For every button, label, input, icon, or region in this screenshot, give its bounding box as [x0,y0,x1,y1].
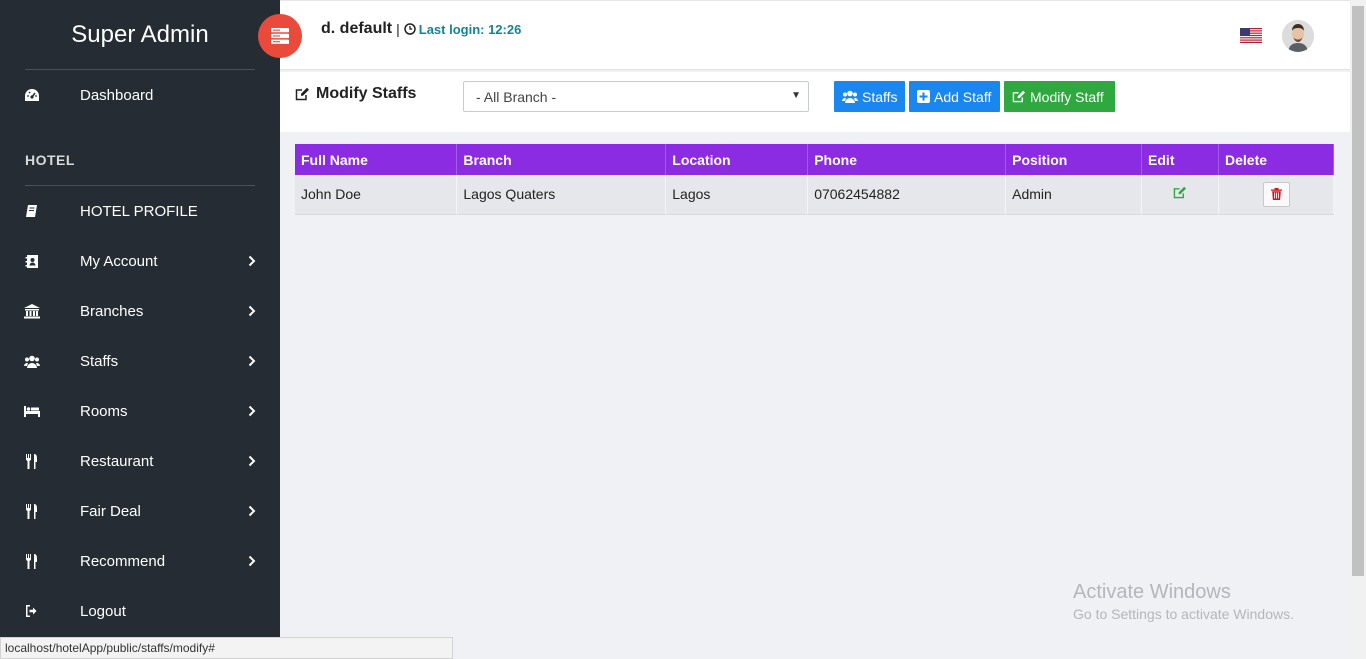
sidebar-item-label: Branches [80,302,144,320]
column-header: Position [1005,144,1143,175]
brand-title: Super Admin [71,21,209,48]
section-divider [25,185,255,186]
sidebar-item-fair-deal[interactable]: Fair Deal [0,491,280,531]
trash-icon [1270,188,1282,201]
edit-row-icon[interactable] [1173,186,1187,199]
staffs-button[interactable]: Staffs [834,81,905,112]
sidebar-item-label: Logout [80,602,126,620]
modify-staff-button-label: Modify Staff [1030,88,1104,105]
add-staff-button-label: Add Staff [934,88,992,105]
avatar[interactable] [1282,20,1314,52]
user-info: d. default | Last login: 12:26 [321,20,521,38]
last-login-text: Last login: 12:26 [418,21,522,37]
cell-phone: 07062454882 [807,175,1007,215]
cutlery-icon [24,553,40,569]
bank-icon [24,303,40,319]
sidebar-item-staffs[interactable]: Staffs [0,341,280,381]
dashboard-icon [24,87,40,103]
us-flag-icon[interactable] [1240,28,1262,43]
delete-row-button[interactable] [1262,181,1290,207]
sidebar-toggle-button[interactable] [258,14,302,58]
chevron-right-icon [246,253,258,269]
branch-select[interactable]: - All Branch - ▼ [463,81,809,112]
chevron-right-icon [246,403,258,419]
caret-down-icon: ▼ [791,90,801,101]
section-label-hotel: HOTEL [25,152,75,168]
sidebar-item-recommend[interactable]: Recommend [0,541,280,581]
sidebar-item-label: Staffs [80,352,119,370]
sidebar-item-label: Fair Deal [80,502,141,520]
cell-full-name: John Doe [295,175,458,215]
add-staff-button[interactable]: Add Staff [909,81,1000,112]
sidebar-item-label: Dashboard [80,86,154,104]
sidebar-item-label: Rooms [80,402,128,420]
column-header: Delete [1218,144,1334,175]
table-row: John Doe Lagos Quaters Lagos 07062454882… [295,175,1334,215]
cell-delete [1218,175,1334,215]
users-icon [842,90,858,103]
page-title-text: Modify Staffs [316,85,417,102]
toolbar: Modify Staffs - All Branch - ▼ Staffs Ad… [280,72,1350,132]
modify-staff-button[interactable]: Modify Staff [1004,81,1115,112]
sidebar-item-my-account[interactable]: My Account [0,241,280,281]
page-scrollbar[interactable] [1350,0,1366,659]
staff-table-container: Full Name Branch Location Phone Position… [295,144,1334,215]
sidebar-item-rooms[interactable]: Rooms [0,391,280,431]
column-header: Edit [1141,144,1219,175]
last-login: Last login: 12:26 [404,21,522,37]
sign-out-icon [24,603,40,619]
activate-windows-title: Activate Windows [1073,581,1231,603]
page-title: Modify Staffs [295,85,416,103]
clock-icon [404,23,416,35]
scrollbar-thumb[interactable] [1352,6,1364,576]
cell-location: Lagos [665,175,809,215]
sidebar-item-label: Restaurant [80,452,154,470]
separator: | [396,21,400,37]
activate-windows-subtitle: Go to Settings to activate Windows. [1073,606,1294,622]
column-header: Location [665,144,809,175]
user-name: d. default [321,20,393,37]
sidebar-item-hotel-profile[interactable]: HOTEL PROFILE [0,191,280,231]
server-icon [271,28,289,44]
column-header: Full Name [295,144,458,175]
cutlery-icon [24,453,40,469]
brand-divider [25,69,255,70]
sidebar-item-logout[interactable]: Logout [0,591,280,631]
column-header: Branch [456,144,667,175]
chevron-right-icon [246,503,258,519]
chevron-right-icon [246,303,258,319]
edit-icon [295,87,310,101]
edit-icon [1012,90,1026,103]
users-icon [24,353,40,369]
sidebar-item-restaurant[interactable]: Restaurant [0,441,280,481]
sidebar-item-label: My Account [80,252,158,270]
status-bar-url: localhost/hotelApp/public/staffs/modify# [0,637,453,659]
plus-square-icon [917,90,930,103]
sidebar: Super Admin Dashboard HOTEL HOTEL PROFIL… [0,0,280,659]
cutlery-icon [24,503,40,519]
top-header: d. default | Last login: 12:26 [280,0,1350,70]
chevron-right-icon [246,353,258,369]
sidebar-item-branches[interactable]: Branches [0,291,280,331]
bed-icon [24,403,40,419]
staffs-button-label: Staffs [862,88,898,105]
cell-position: Admin [1005,175,1143,215]
table-header-row: Full Name Branch Location Phone Position… [295,144,1334,175]
sidebar-item-dashboard[interactable]: Dashboard [0,75,280,115]
sidebar-item-label: Recommend [80,552,166,570]
staff-table: Full Name Branch Location Phone Position… [295,144,1334,215]
contact-book-icon [24,253,40,269]
column-header: Phone [807,144,1007,175]
chevron-right-icon [246,453,258,469]
cell-edit [1141,175,1219,215]
cell-branch: Lagos Quaters [456,175,667,215]
chevron-right-icon [246,553,258,569]
branch-select-value: - All Branch - [476,88,557,105]
sidebar-item-label: HOTEL PROFILE [80,202,198,220]
book-icon [24,203,40,219]
